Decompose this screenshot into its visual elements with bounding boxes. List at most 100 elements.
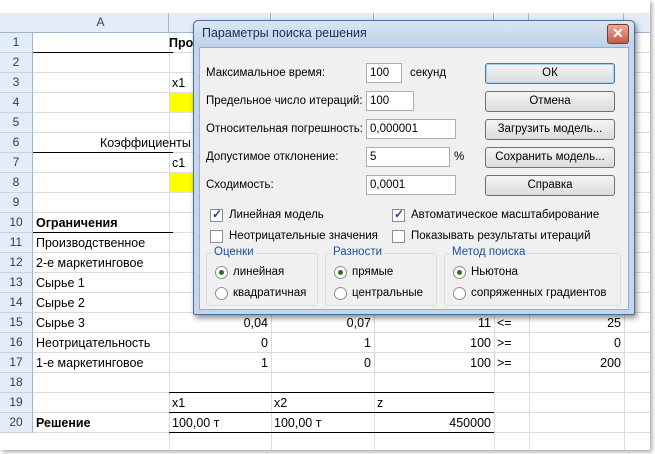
cell-c1-label[interactable]: c1 — [169, 153, 188, 173]
dialog-title-bar[interactable]: Параметры поиска решения ✕ — [194, 21, 634, 47]
derivatives-group: Разности прямые центральные — [325, 246, 437, 306]
table-cell[interactable]: 0,07 — [271, 313, 374, 333]
table-cell[interactable]: 100 — [374, 353, 494, 373]
table-cell[interactable]: 25 — [529, 313, 624, 333]
constraint-label[interactable]: Сырье 2 — [33, 293, 88, 313]
constraint-label[interactable]: Неотрицательность — [33, 333, 153, 353]
row-header[interactable]: 19 — [0, 393, 33, 413]
row-header[interactable]: 7 — [0, 153, 33, 173]
row-header[interactable]: 16 — [0, 333, 33, 353]
derivatives-forward-radio[interactable] — [334, 266, 347, 279]
auto-scale-checkbox[interactable] — [392, 207, 405, 222]
table-cell[interactable]: 0 — [169, 333, 271, 353]
column-header-a[interactable]: A — [33, 13, 169, 33]
convergence-label: Сходимость: — [206, 179, 274, 191]
search-conjugate-label: сопряженных градиентов — [471, 287, 607, 299]
estimates-group: Оценки линейная квадратичная — [206, 246, 318, 306]
row-header[interactable]: 2 — [0, 53, 33, 73]
row-header[interactable]: 5 — [0, 113, 33, 133]
tolerance-label: Допустимое отклонение: — [206, 151, 339, 163]
row-header[interactable]: 4 — [0, 93, 33, 113]
estimates-group-title: Оценки — [212, 246, 256, 258]
row-header[interactable]: 6 — [0, 133, 33, 153]
row-header[interactable]: 12 — [0, 253, 33, 273]
dialog-title: Параметры поиска решения — [202, 26, 367, 40]
max-time-label: Максимальное время: — [206, 67, 326, 79]
search-conjugate-radio[interactable] — [453, 287, 466, 300]
derivatives-central-label: центральные — [352, 287, 423, 299]
show-iterations-label: Показывать результаты итераций — [411, 230, 591, 242]
load-model-button[interactable]: Загрузить модель... — [485, 119, 615, 140]
table-cell[interactable]: <= — [494, 313, 515, 333]
search-method-group-title: Метод поиска — [450, 246, 528, 258]
precision-label: Относительная погрешность: — [206, 123, 363, 135]
table-cell[interactable]: 100,00 т — [271, 413, 324, 433]
row-header[interactable]: 11 — [0, 233, 33, 253]
table-cell[interactable]: 100 — [374, 333, 494, 353]
search-newton-label: Ньютона — [471, 266, 518, 278]
table-cell[interactable]: 100,00 т — [169, 413, 222, 433]
convergence-input[interactable] — [366, 175, 456, 195]
derivatives-central-radio[interactable] — [334, 287, 347, 300]
row-header[interactable]: 10 — [0, 213, 33, 233]
title-cell[interactable]: Про — [166, 33, 196, 53]
dialog-body: Максимальное время: секунд Предельное чи… — [199, 47, 629, 310]
table-cell[interactable]: 1 — [169, 353, 271, 373]
linear-model-checkbox[interactable] — [210, 207, 223, 222]
auto-scale-label: Автоматическое масштабирование — [411, 209, 600, 221]
estimates-linear-label: линейная — [233, 266, 285, 278]
derivatives-group-title: Разности — [331, 246, 385, 258]
help-button[interactable]: Справка — [485, 175, 615, 196]
row-header[interactable]: 1 — [0, 33, 33, 53]
cell-x1-label[interactable]: x1 — [169, 73, 188, 93]
derivatives-forward-label: прямые — [352, 266, 394, 278]
table-cell[interactable]: x2 — [271, 393, 290, 413]
row-header[interactable]: 13 — [0, 273, 33, 293]
search-method-group: Метод поиска Ньютона сопряженных градиен… — [444, 246, 621, 306]
constraint-label[interactable]: Сырье 3 — [33, 313, 88, 333]
estimates-linear-radio[interactable] — [215, 266, 228, 279]
max-time-input[interactable] — [366, 63, 402, 83]
row-header[interactable]: 3 — [0, 73, 33, 93]
show-iterations-checkbox[interactable] — [392, 230, 405, 243]
table-cell[interactable]: 0 — [529, 333, 624, 353]
constraint-label[interactable]: 1-е маркетинговое — [33, 353, 146, 373]
non-negative-checkbox[interactable] — [210, 230, 223, 243]
row-header[interactable]: 9 — [0, 193, 33, 213]
solver-options-dialog: Параметры поиска решения ✕ Максимальное … — [193, 20, 635, 315]
cancel-button[interactable]: Отмена — [485, 91, 615, 112]
save-model-button[interactable]: Сохранить модель... — [485, 147, 615, 168]
table-cell[interactable]: 0 — [271, 353, 374, 373]
non-negative-label: Неотрицательные значения — [229, 230, 378, 242]
max-iterations-input[interactable] — [366, 91, 414, 111]
table-cell[interactable]: >= — [494, 353, 515, 373]
table-cell[interactable]: 0,04 — [169, 313, 271, 333]
row-header[interactable]: 17 — [0, 353, 33, 373]
table-cell[interactable]: x1 — [169, 393, 188, 413]
max-time-unit: секунд — [410, 67, 447, 79]
ok-button[interactable]: ОК — [485, 63, 615, 84]
row-header[interactable]: 14 — [0, 293, 33, 313]
estimates-quadratic-label: квадратичная — [233, 287, 307, 299]
table-cell[interactable]: 1 — [271, 333, 374, 353]
estimates-quadratic-radio[interactable] — [215, 287, 228, 300]
constraints-header[interactable]: Ограничения — [33, 213, 121, 233]
table-cell[interactable]: z — [374, 393, 386, 413]
constraint-label[interactable]: 2-е маркетинговое — [33, 253, 146, 273]
table-cell[interactable]: >= — [494, 333, 515, 353]
constraint-label[interactable]: Сырье 1 — [33, 273, 88, 293]
row-header[interactable]: 15 — [0, 313, 33, 333]
table-cell[interactable]: 200 — [529, 353, 624, 373]
table-cell[interactable]: 11 — [374, 313, 494, 333]
row-header[interactable]: 20 — [0, 413, 33, 433]
constraint-label[interactable]: Производственное — [33, 233, 148, 253]
table-cell[interactable]: 450000 — [374, 413, 494, 433]
precision-input[interactable] — [366, 119, 456, 139]
tolerance-input[interactable] — [366, 147, 450, 167]
solution-label[interactable]: Решение — [33, 413, 94, 433]
row-header[interactable]: 8 — [0, 173, 33, 193]
coefficients-label[interactable]: Коэффициенты — [97, 133, 194, 153]
close-icon[interactable]: ✕ — [607, 24, 629, 44]
search-newton-radio[interactable] — [453, 266, 466, 279]
row-header[interactable]: 18 — [0, 373, 33, 393]
